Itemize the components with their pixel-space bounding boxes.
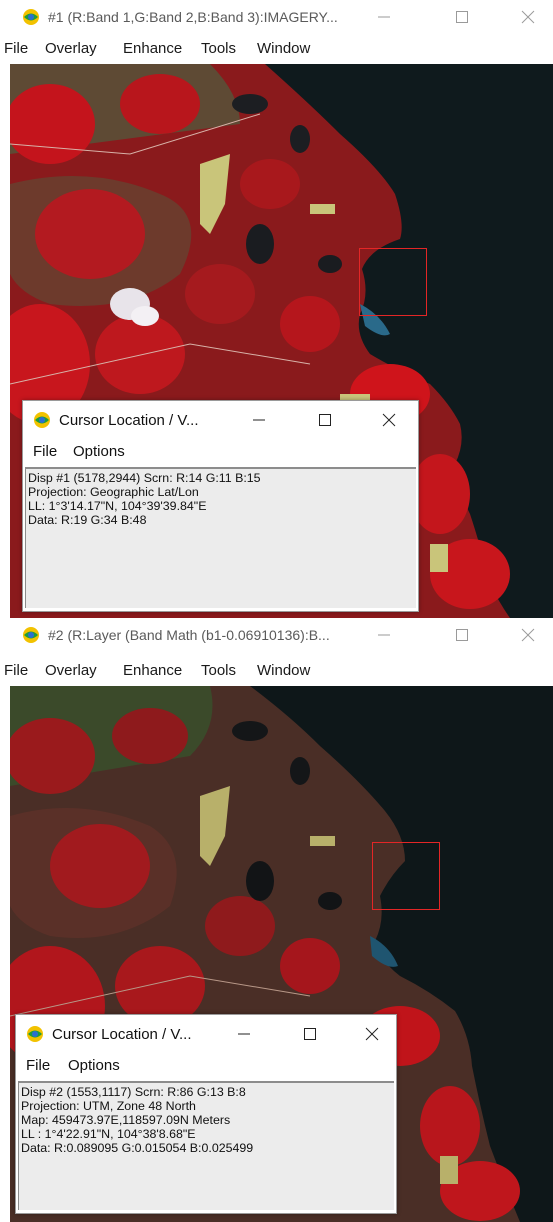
- maximize-button[interactable]: [442, 4, 482, 30]
- dialog-2-maximize-button[interactable]: [290, 1021, 330, 1047]
- satellite-image-1[interactable]: Cursor Location / V... File Options Disp…: [10, 64, 553, 618]
- menu-file[interactable]: File: [4, 662, 28, 679]
- menu-enhance[interactable]: Enhance: [123, 40, 182, 57]
- dialog-1-menu-file[interactable]: File: [33, 443, 57, 460]
- minimize-button[interactable]: [364, 622, 404, 648]
- dialog-2-titlebar[interactable]: Cursor Location / V...: [16, 1015, 396, 1053]
- close-icon: [521, 628, 535, 642]
- window-2-titlebar[interactable]: #2 (R:Layer (Band Math (b1-0.06910136):B…: [0, 618, 553, 652]
- close-icon: [382, 413, 396, 427]
- menu-tools[interactable]: Tools: [201, 40, 236, 57]
- dialog-2-title: Cursor Location / V...: [52, 1026, 192, 1043]
- menu-overlay[interactable]: Overlay: [45, 40, 97, 57]
- menu-enhance[interactable]: Enhance: [123, 662, 182, 679]
- close-icon: [365, 1027, 379, 1041]
- window-1-menubar: File Overlay Enhance Tools Window: [0, 34, 553, 62]
- menu-window[interactable]: Window: [257, 40, 310, 57]
- dialog-1-info-panel: Disp #1 (5178,2944) Scrn: R:14 G:11 B:15…: [25, 467, 416, 608]
- dialog-1-close-button[interactable]: [369, 407, 409, 433]
- maximize-button[interactable]: [442, 622, 482, 648]
- projection-line: Projection: Geographic Lat/Lon: [28, 485, 199, 499]
- dialog-2-menubar: File Options: [16, 1053, 396, 1079]
- maximize-icon: [319, 414, 331, 426]
- envi-globe-icon: [33, 411, 51, 429]
- display-coordinates: Disp #1 (5178,2944) Scrn: R:14 G:11 B:15: [28, 471, 261, 485]
- minimize-button[interactable]: [364, 4, 404, 30]
- envi-globe-icon: [26, 1025, 44, 1043]
- dialog-2-minimize-button[interactable]: [224, 1021, 264, 1047]
- dialog-1-menubar: File Options: [23, 439, 418, 465]
- close-button[interactable]: [508, 622, 548, 648]
- window-2-menubar: File Overlay Enhance Tools Window: [0, 656, 553, 684]
- dialog-1-minimize-button[interactable]: [239, 407, 279, 433]
- dialog-1-title: Cursor Location / V...: [59, 412, 199, 429]
- window-1-title: #1 (R:Band 1,G:Band 2,B:Band 3):IMAGERY.…: [48, 9, 338, 25]
- maximize-icon: [456, 629, 468, 641]
- dialog-1-titlebar[interactable]: Cursor Location / V...: [23, 401, 418, 439]
- menu-window[interactable]: Window: [257, 662, 310, 679]
- data-values-line: Data: R:19 G:34 B:48: [28, 513, 147, 527]
- dialog-2-info-panel: Disp #2 (1553,1117) Scrn: R:86 G:13 B:8 …: [18, 1081, 394, 1210]
- minimize-icon: [378, 16, 390, 18]
- cursor-location-dialog-2[interactable]: Cursor Location / V... File Options Disp…: [15, 1014, 397, 1214]
- cursor-location-dialog-1[interactable]: Cursor Location / V... File Options Disp…: [22, 400, 419, 612]
- minimize-icon: [378, 634, 390, 636]
- minimize-icon: [238, 1033, 250, 1035]
- maximize-icon: [304, 1028, 316, 1040]
- dialog-2-menu-options[interactable]: Options: [68, 1057, 120, 1074]
- map-coordinates-line: Map: 459473.97E,118597.09N Meters: [21, 1113, 231, 1127]
- envi-globe-icon[interactable]: [22, 8, 40, 26]
- maximize-icon: [456, 11, 468, 23]
- lat-lon-line: LL : 1°4'22.91"N, 104°38'8.68"E: [21, 1127, 196, 1141]
- minimize-icon: [253, 419, 265, 421]
- dialog-1-maximize-button[interactable]: [305, 407, 345, 433]
- close-icon: [521, 10, 535, 24]
- dialog-1-menu-options[interactable]: Options: [73, 443, 125, 460]
- satellite-image-2[interactable]: Cursor Location / V... File Options Disp…: [10, 686, 553, 1222]
- dialog-2-close-button[interactable]: [352, 1021, 392, 1047]
- data-values-line: Data: R:0.089095 G:0.015054 B:0.025499: [21, 1141, 254, 1155]
- display-coordinates: Disp #2 (1553,1117) Scrn: R:86 G:13 B:8: [21, 1085, 246, 1099]
- image-window-1: #1 (R:Band 1,G:Band 2,B:Band 3):IMAGERY.…: [0, 0, 553, 618]
- image-window-2: #2 (R:Layer (Band Math (b1-0.06910136):B…: [0, 618, 553, 1222]
- envi-globe-icon[interactable]: [22, 626, 40, 644]
- zoom-box[interactable]: [372, 842, 440, 910]
- dialog-2-menu-file[interactable]: File: [26, 1057, 50, 1074]
- menu-overlay[interactable]: Overlay: [45, 662, 97, 679]
- window-2-title: #2 (R:Layer (Band Math (b1-0.06910136):B…: [48, 627, 330, 643]
- menu-tools[interactable]: Tools: [201, 662, 236, 679]
- projection-line: Projection: UTM, Zone 48 North: [21, 1099, 196, 1113]
- menu-file[interactable]: File: [4, 40, 28, 57]
- window-1-titlebar[interactable]: #1 (R:Band 1,G:Band 2,B:Band 3):IMAGERY.…: [0, 0, 553, 34]
- zoom-box[interactable]: [359, 248, 427, 316]
- close-button[interactable]: [508, 4, 548, 30]
- lat-lon-line: LL: 1°3'14.17"N, 104°39'39.84"E: [28, 499, 207, 513]
